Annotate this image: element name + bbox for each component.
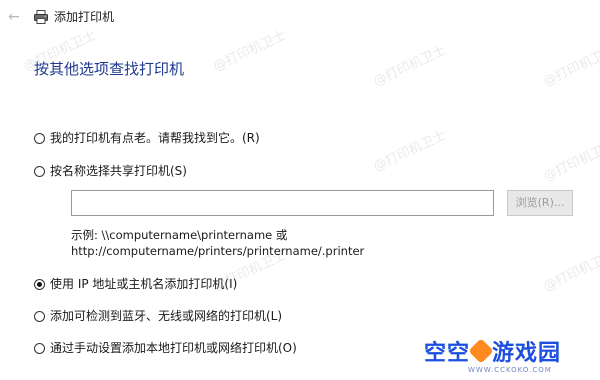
option-label: 添加可检测到蓝牙、无线或网络的打印机(L) (50, 309, 283, 323)
back-arrow-icon[interactable]: ← (6, 9, 22, 25)
page-title: 按其他选项查找打印机 (34, 60, 185, 78)
window-title: 添加打印机 (54, 10, 115, 24)
brand-url: WWW.CCKOKO.COM (468, 366, 552, 374)
option-ip-address[interactable]: 使用 IP 地址或主机名添加打印机(I) (34, 276, 237, 292)
option-label: 按名称选择共享打印机(S) (50, 164, 187, 178)
radio-button[interactable] (34, 310, 45, 322)
option-label: 通过手动设置添加本地打印机或网络打印机(O) (50, 341, 297, 355)
option-shared-printer[interactable]: 按名称选择共享打印机(S) (34, 163, 187, 179)
option-old-printer[interactable]: 我的打印机有点老。请帮我找到它。(R) (34, 130, 260, 146)
browse-button[interactable]: 浏览(R)... (507, 190, 573, 216)
example-line: 示例: \\computername\printername 或 (71, 228, 288, 242)
watermark-text: @打印机卫士 (541, 138, 600, 185)
watermark-text: @打印机卫士 (371, 128, 449, 175)
radio-button[interactable] (34, 132, 45, 144)
printer-name-input[interactable] (71, 190, 494, 216)
brand-logo: 空空 游戏园 (424, 335, 561, 367)
brand-badge-icon (468, 338, 494, 364)
watermark-text: @打印机卫士 (541, 248, 600, 295)
watermark-text: @打印机卫士 (541, 43, 600, 90)
brand-text: 游戏园 (492, 341, 562, 366)
brand-text: 空空 (424, 341, 471, 366)
watermark-text: @打印机卫士 (371, 43, 449, 90)
printer-icon (34, 10, 48, 24)
example-line: http://computername/printers/printername… (71, 244, 365, 258)
option-label: 我的打印机有点老。请帮我找到它。(R) (50, 131, 260, 145)
option-label: 使用 IP 地址或主机名添加打印机(I) (50, 277, 238, 291)
option-wireless[interactable]: 添加可检测到蓝牙、无线或网络的打印机(L) (34, 308, 282, 324)
radio-button[interactable] (34, 342, 45, 354)
radio-button[interactable] (34, 165, 45, 177)
radio-button-checked[interactable] (34, 278, 45, 290)
option-manual[interactable]: 通过手动设置添加本地打印机或网络打印机(O) (34, 340, 297, 356)
example-text: 示例: \\computername\printername 或 http://… (71, 227, 364, 259)
title-bar: ← 添加打印机 (0, 0, 600, 36)
